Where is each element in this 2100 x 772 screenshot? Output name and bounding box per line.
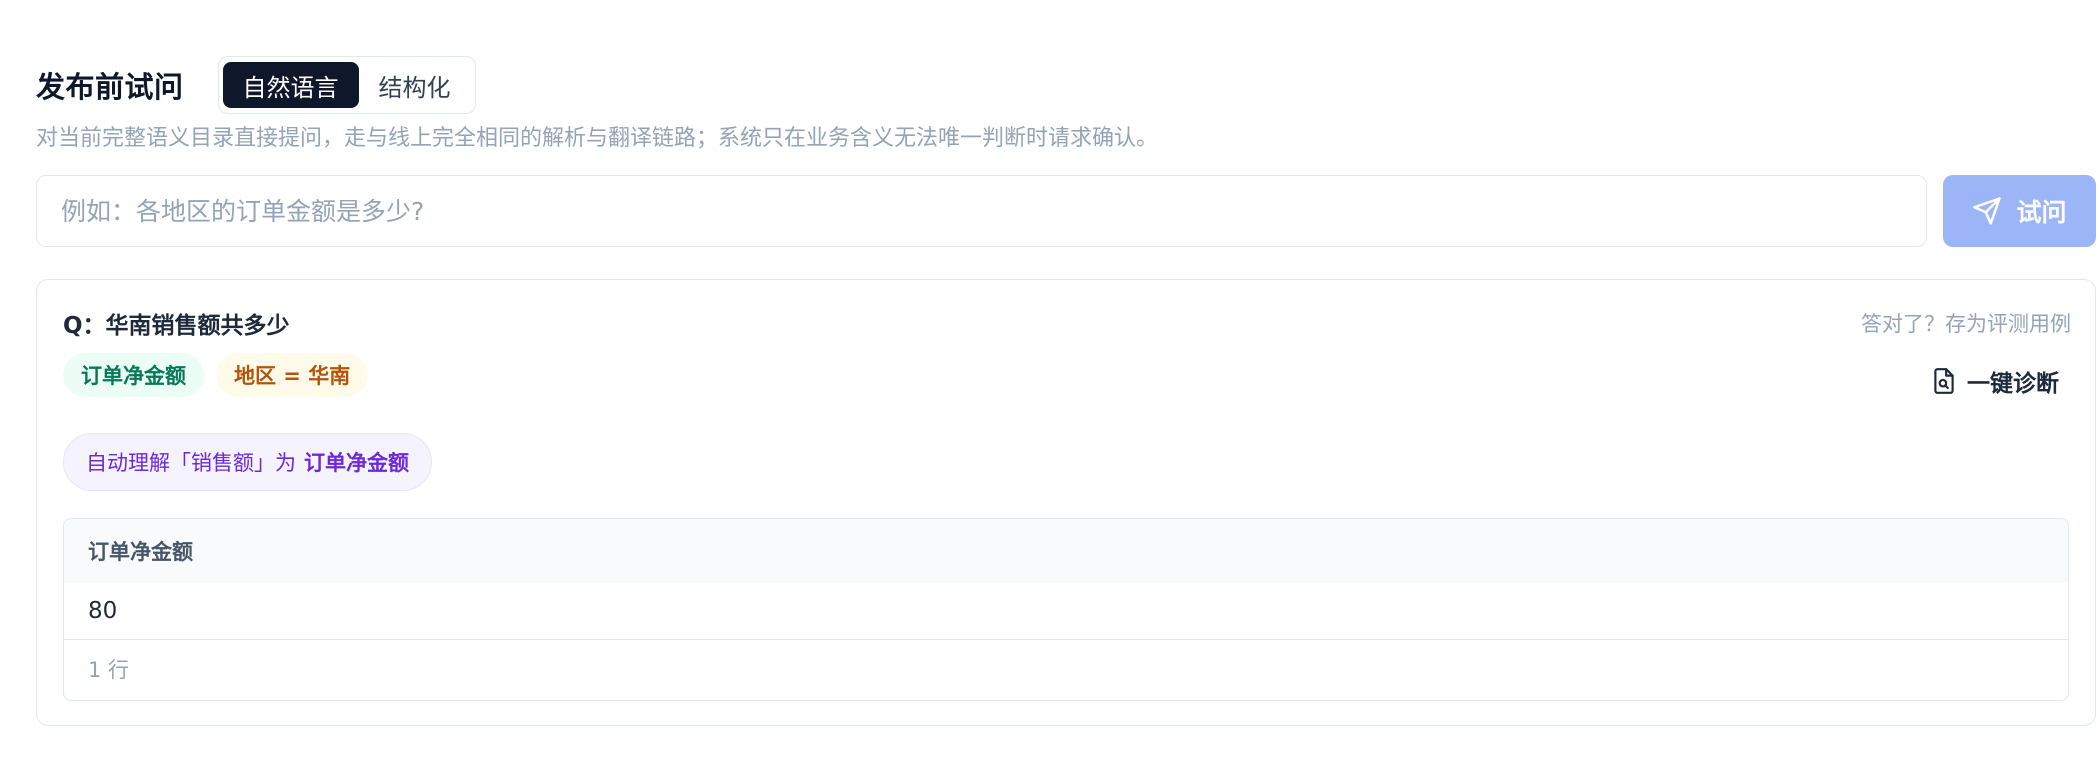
metric-tag: 订单净金额 <box>63 353 204 397</box>
diagnose-button[interactable]: 一键诊断 <box>1931 363 2059 399</box>
result-card: Q：华南销售额共多少 答对了？存为评测用例 订单净金额 地区 = 华南 一键诊断… <box>36 279 2096 726</box>
parsed-tags: 订单净金额 地区 = 华南 <box>63 353 380 397</box>
page-description: 对当前完整语义目录直接提问，走与线上完全相同的解析与翻译链路；系统只在业务含义无… <box>36 126 1159 151</box>
diagnose-button-label: 一键诊断 <box>1967 371 2059 397</box>
column-header: 订单净金额 <box>88 540 193 564</box>
auto-understanding-chip: 自动理解「销售额」为 订单净金额 <box>63 433 432 491</box>
row-count: 1 行 <box>88 658 130 682</box>
save-as-eval-case-link[interactable]: 答对了？存为评测用例 <box>1861 308 2071 338</box>
table-cell: 80 <box>88 598 118 624</box>
header: 发布前试问 自然语言 结构化 <box>36 55 476 115</box>
mode-switch: 自然语言 结构化 <box>217 56 476 114</box>
page-title: 发布前试问 <box>36 70 184 104</box>
understanding-term: 订单净金额 <box>304 451 409 475</box>
filter-tag: 地区 = 华南 <box>216 353 369 397</box>
file-search-icon <box>1931 367 1957 395</box>
ask-button[interactable]: 试问 <box>1943 175 2096 247</box>
result-table: 订单净金额 80 1 行 <box>63 518 2069 701</box>
mode-structured-tab[interactable]: 结构化 <box>359 62 471 108</box>
table-header: 订单净金额 <box>64 519 2068 583</box>
send-icon <box>1972 196 2002 226</box>
ask-button-label: 试问 <box>2016 198 2067 227</box>
question-input[interactable] <box>36 175 1927 247</box>
question-text: Q：华南销售额共多少 <box>63 313 290 339</box>
table-row: 80 <box>64 583 2068 640</box>
mode-natural-language-tab[interactable]: 自然语言 <box>222 62 359 108</box>
understanding-prefix: 自动理解「销售额」为 <box>86 451 296 475</box>
